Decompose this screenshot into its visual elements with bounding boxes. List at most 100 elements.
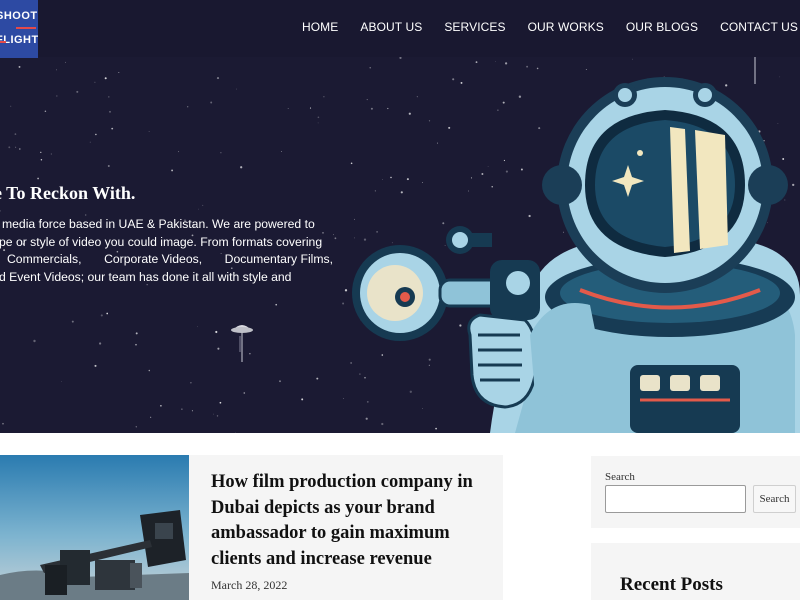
- star: [10, 105, 12, 107]
- star: [190, 382, 192, 384]
- logo-dash: [16, 27, 36, 29]
- star: [187, 106, 189, 108]
- star: [107, 164, 110, 168]
- nav-our-blogs[interactable]: OUR BLOGS: [626, 20, 698, 34]
- star: [18, 65, 21, 68]
- star: [135, 426, 137, 428]
- nav-about-us[interactable]: ABOUT US: [360, 20, 422, 34]
- hero-line-text: Documentary Films,: [224, 252, 333, 266]
- hero-line-text: Commercials,: [7, 252, 82, 266]
- hero-line-text: pe or style of video you could image. Fr…: [0, 234, 323, 249]
- star: [109, 110, 111, 113]
- star: [50, 153, 52, 155]
- star: [191, 410, 193, 412]
- nav-contact-us[interactable]: CONTACT US: [720, 20, 798, 34]
- star: [2, 422, 4, 425]
- star: [213, 413, 214, 415]
- star: [317, 116, 320, 119]
- post-title[interactable]: How film production company in Dubai dep…: [211, 470, 491, 572]
- star: [216, 415, 219, 417]
- nav-our-works[interactable]: OUR WORKS: [528, 20, 604, 34]
- star: [108, 96, 110, 98]
- star: [98, 342, 102, 345]
- star: [56, 69, 57, 71]
- search-button[interactable]: Search: [753, 485, 796, 513]
- logo-text-top: SHOOT: [0, 10, 38, 22]
- star: [71, 320, 74, 323]
- nav-home[interactable]: HOME: [302, 20, 338, 34]
- ufo-icon: [231, 325, 253, 362]
- star: [8, 146, 11, 149]
- recent-posts-title: Recent Posts: [620, 574, 723, 595]
- star: [0, 210, 1, 212]
- hero-line: pe or style of video you could image. Fr…: [0, 234, 333, 252]
- star: [18, 148, 21, 150]
- star: [61, 381, 63, 382]
- hero-line-text: Corporate Videos,: [104, 252, 203, 266]
- hero-line: d Event Videos; our team has done it all…: [0, 269, 333, 287]
- star: [135, 332, 138, 335]
- star: [15, 146, 17, 148]
- star: [309, 107, 312, 109]
- hero-heading: e To Reckon With.: [0, 183, 136, 203]
- star: [148, 131, 150, 132]
- logo-dash: [0, 41, 6, 43]
- star: [287, 107, 289, 110]
- star: [76, 90, 79, 93]
- star: [160, 404, 162, 407]
- star: [334, 237, 337, 240]
- star: [281, 151, 282, 152]
- star: [301, 398, 304, 401]
- hero-line: Commercials, Corporate Videos, Documenta…: [7, 251, 333, 269]
- hero-line-text: media force based in UAE & Pakistan. We …: [2, 217, 315, 231]
- star: [106, 312, 109, 315]
- star: [217, 347, 220, 350]
- star: [111, 127, 114, 130]
- star: [40, 159, 43, 161]
- astronaut-illustration: [352, 77, 800, 433]
- hero-line: media force based in UAE & Pakistan. We …: [2, 216, 333, 234]
- star: [323, 96, 325, 98]
- star: [181, 408, 183, 410]
- star: [240, 166, 243, 169]
- search-label: Search: [605, 471, 635, 483]
- star: [316, 377, 319, 380]
- hero-line-text: d Event Videos; our team has done it all…: [0, 269, 292, 284]
- star: [89, 141, 91, 143]
- star: [100, 314, 103, 317]
- star: [202, 204, 204, 206]
- hero-banner: SHOOT FLIGHT HOME ABOUT US SERVICES OUR …: [0, 0, 800, 433]
- nav-services[interactable]: SERVICES: [444, 20, 505, 34]
- star: [118, 71, 120, 74]
- star: [198, 208, 199, 210]
- star: [215, 330, 218, 334]
- star: [150, 416, 152, 418]
- logo-text-bottom: FLIGHT: [0, 34, 38, 46]
- star: [44, 110, 47, 112]
- star: [94, 364, 97, 367]
- star: [279, 380, 281, 383]
- star: [64, 61, 66, 63]
- star: [104, 77, 107, 80]
- post-date: March 28, 2022: [211, 578, 288, 592]
- star: [220, 152, 222, 154]
- star: [94, 81, 96, 83]
- star: [135, 343, 137, 346]
- search-input[interactable]: [605, 485, 746, 513]
- star: [219, 401, 222, 404]
- camera-crane-image: [0, 455, 189, 600]
- hero-paragraph: media force based in UAE & Pakistan. We …: [0, 216, 333, 286]
- post-thumbnail[interactable]: [0, 455, 189, 600]
- star: [275, 303, 278, 306]
- star: [14, 133, 17, 135]
- star: [171, 169, 174, 172]
- star: [216, 77, 220, 80]
- main-nav: HOME ABOUT US SERVICES OUR WORKS OUR BLO…: [302, 20, 798, 34]
- star: [178, 151, 180, 153]
- brand-logo[interactable]: SHOOT FLIGHT: [0, 0, 38, 58]
- star: [197, 326, 198, 328]
- star: [317, 122, 319, 124]
- star: [56, 95, 58, 97]
- star: [95, 133, 97, 136]
- star: [33, 339, 36, 343]
